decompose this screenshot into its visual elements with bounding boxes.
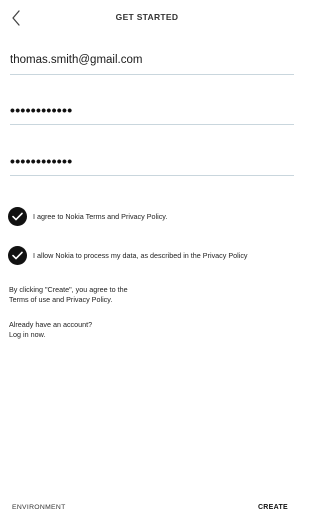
login-link[interactable]: Log in now. — [9, 330, 279, 340]
data-processing-checkbox[interactable] — [8, 245, 27, 265]
terms-consent-label: I agree to Nokia Terms and Privacy Polic… — [33, 211, 168, 221]
existing-account-note: Already have an account? Log in now. — [9, 320, 279, 340]
data-consent-row: I allow Nokia to process my data, as des… — [8, 244, 294, 266]
create-terms-note: By clicking "Create", you agree to the T… — [9, 285, 279, 305]
data-consent-label: I allow Nokia to process my data, as des… — [33, 250, 248, 260]
password-field-container: •••••••••••• — [10, 96, 294, 125]
checkmark-icon — [12, 251, 23, 259]
confirm-password-field[interactable]: •••••••••••• — [10, 153, 72, 169]
environment-button[interactable]: ENVIRONMENT — [12, 504, 66, 511]
password-field[interactable]: •••••••••••• — [10, 102, 72, 118]
checkmark-icon — [12, 212, 23, 220]
existing-account-text: Already have an account? — [9, 320, 93, 329]
email-field-container — [10, 46, 294, 75]
confirm-password-field-container: •••••••••••• — [10, 147, 294, 176]
terms-of-use-link[interactable]: Terms of use and Privacy Policy. — [9, 295, 279, 305]
page-title: GET STARTED — [115, 12, 179, 22]
footer-bar: ENVIRONMENT CREATE — [0, 496, 294, 522]
terms-checkbox[interactable] — [8, 206, 27, 226]
terms-consent-row: I agree to Nokia Terms and Privacy Polic… — [8, 205, 294, 227]
create-button[interactable]: CREATE — [258, 504, 288, 511]
header: GET STARTED — [0, 0, 294, 36]
create-note-line: By clicking "Create", you agree to the — [9, 285, 128, 294]
signup-screen: GET STARTED •••••••••••• •••••••••••• I … — [0, 0, 294, 522]
email-field[interactable] — [10, 54, 294, 66]
